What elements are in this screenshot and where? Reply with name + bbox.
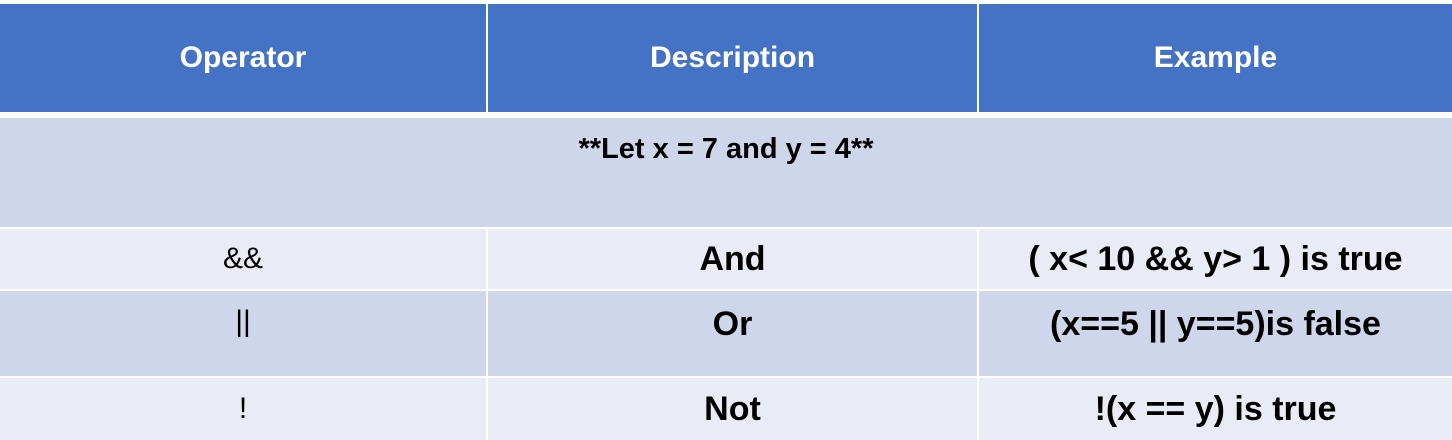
table-header-row: Operator Description Example: [0, 4, 1452, 112]
header-description: Description: [488, 4, 979, 112]
table-row: || Or (x==5 || y==5)is false: [0, 291, 1452, 378]
operator-cell: !: [0, 378, 488, 440]
description-cell: Not: [488, 378, 979, 440]
description-cell: Or: [488, 291, 979, 376]
description-cell: And: [488, 229, 979, 289]
operator-cell: &&: [0, 229, 488, 289]
operators-table: Operator Description Example **Let x = 7…: [0, 4, 1452, 440]
table-row: && And ( x< 10 && y> 1 ) is true: [0, 229, 1452, 291]
note-text: **Let x = 7 and y = 4**: [578, 133, 874, 165]
header-operator: Operator: [0, 4, 488, 112]
example-cell: (x==5 || y==5)is false: [1050, 305, 1381, 343]
header-example: Example: [979, 4, 1452, 112]
example-cell: !(x == y) is true: [1094, 389, 1337, 428]
table-row: ! Not !(x == y) is true: [0, 378, 1452, 440]
operator-cell: ||: [0, 291, 488, 376]
note-row: **Let x = 7 and y = 4**: [0, 118, 1452, 229]
example-cell: ( x< 10 && y> 1 ) is true: [1028, 239, 1403, 278]
